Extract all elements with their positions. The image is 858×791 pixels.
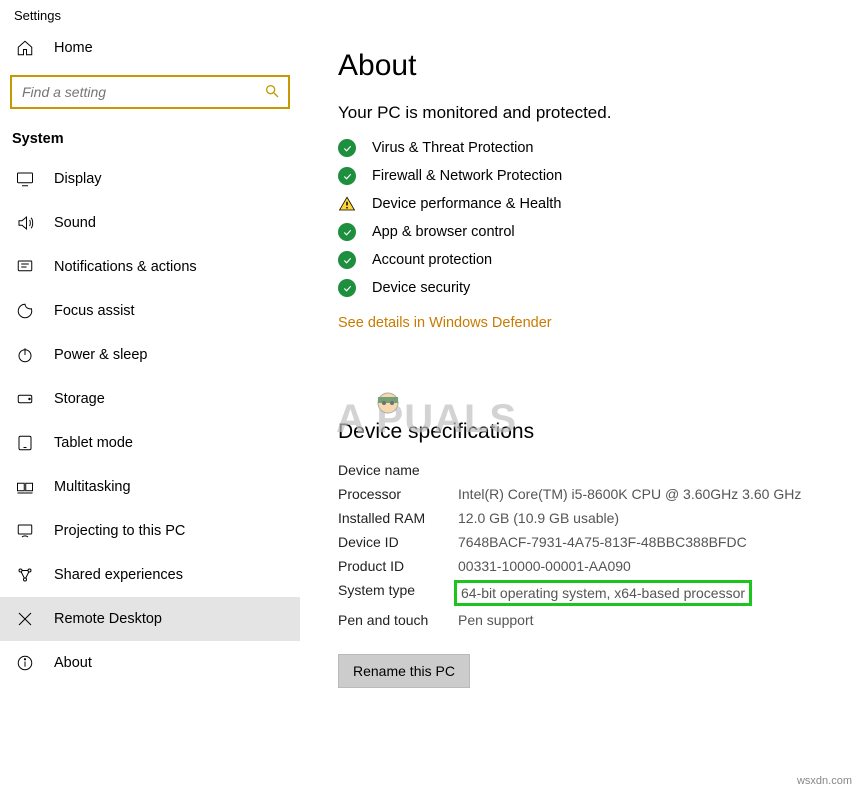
sidebar-item-label: Focus assist	[54, 303, 135, 319]
spec-value: Intel(R) Core(TM) i5-8600K CPU @ 3.60GHz…	[458, 486, 830, 502]
protection-status-list: Virus & Threat Protection Firewall & Net…	[338, 139, 830, 297]
focus-assist-icon	[16, 302, 34, 320]
spec-value: 00331-10000-00001-AA090	[458, 558, 830, 574]
sidebar-item-label: Tablet mode	[54, 435, 133, 451]
sidebar-item-label: Remote Desktop	[54, 611, 162, 627]
spec-label: Installed RAM	[338, 510, 458, 526]
device-spec-table: Device name Processor Intel(R) Core(TM) …	[338, 462, 830, 628]
search-container	[10, 75, 290, 109]
sidebar-item-remote-desktop[interactable]: Remote Desktop	[0, 597, 300, 641]
home-label: Home	[54, 40, 93, 56]
source-watermark: wsxdn.com	[797, 775, 852, 787]
sidebar-item-label: Storage	[54, 391, 105, 407]
sidebar-item-label: About	[54, 655, 92, 671]
spec-value: 7648BACF-7931-4A75-813F-48BBC388BFDC	[458, 534, 830, 550]
sidebar: Home System Display Sound Notifications …	[0, 27, 300, 790]
spec-label: Device name	[338, 462, 458, 478]
sidebar-item-storage[interactable]: Storage	[0, 377, 300, 421]
status-label: Device performance & Health	[372, 196, 561, 212]
sidebar-item-display[interactable]: Display	[0, 157, 300, 201]
spec-label: System type	[338, 582, 458, 604]
projecting-icon	[16, 522, 34, 540]
status-firewall: Firewall & Network Protection	[338, 167, 830, 185]
rename-pc-button[interactable]: Rename this PC	[338, 654, 470, 688]
display-icon	[16, 170, 34, 188]
home-nav[interactable]: Home	[0, 27, 300, 69]
sidebar-item-label: Display	[54, 171, 102, 187]
main-panel: About Your PC is monitored and protected…	[300, 27, 858, 790]
check-icon	[338, 279, 356, 297]
status-account-protection: Account protection	[338, 251, 830, 269]
check-icon	[338, 223, 356, 241]
sidebar-item-label: Power & sleep	[54, 347, 148, 363]
spec-value: 64-bit operating system, x64-based proce…	[458, 582, 830, 604]
notifications-icon	[16, 258, 34, 276]
device-spec-heading: Device specifications	[338, 420, 830, 444]
status-label: Device security	[372, 280, 470, 296]
status-virus-threat: Virus & Threat Protection	[338, 139, 830, 157]
check-icon	[338, 167, 356, 185]
section-heading-system: System	[0, 125, 300, 157]
sidebar-item-label: Projecting to this PC	[54, 523, 185, 539]
spec-value	[458, 462, 830, 478]
window-title: Settings	[0, 0, 858, 27]
spec-row-pen-touch: Pen and touch Pen support	[338, 612, 830, 628]
system-type-highlight: 64-bit operating system, x64-based proce…	[454, 580, 752, 606]
status-label: Account protection	[372, 252, 492, 268]
sidebar-item-projecting[interactable]: Projecting to this PC	[0, 509, 300, 553]
sidebar-item-shared-experiences[interactable]: Shared experiences	[0, 553, 300, 597]
status-label: Virus & Threat Protection	[372, 140, 533, 156]
warning-icon	[338, 195, 356, 213]
spec-row-device-id: Device ID 7648BACF-7931-4A75-813F-48BBC3…	[338, 534, 830, 550]
sidebar-item-sound[interactable]: Sound	[0, 201, 300, 245]
spec-row-system-type: System type 64-bit operating system, x64…	[338, 582, 830, 604]
spec-row-processor: Processor Intel(R) Core(TM) i5-8600K CPU…	[338, 486, 830, 502]
spec-label: Pen and touch	[338, 612, 458, 628]
power-icon	[16, 346, 34, 364]
sidebar-item-focus-assist[interactable]: Focus assist	[0, 289, 300, 333]
sidebar-item-multitasking[interactable]: Multitasking	[0, 465, 300, 509]
home-icon	[16, 39, 34, 57]
storage-icon	[16, 390, 34, 408]
sidebar-item-label: Multitasking	[54, 479, 131, 495]
check-icon	[338, 139, 356, 157]
sidebar-item-about[interactable]: About	[0, 641, 300, 685]
spec-row-product-id: Product ID 00331-10000-00001-AA090	[338, 558, 830, 574]
spec-label: Device ID	[338, 534, 458, 550]
spec-row-device-name: Device name	[338, 462, 830, 478]
sound-icon	[16, 214, 34, 232]
spec-value: Pen support	[458, 612, 830, 628]
spec-label: Product ID	[338, 558, 458, 574]
multitasking-icon	[16, 478, 34, 496]
status-device-performance: Device performance & Health	[338, 195, 830, 213]
spec-value: 12.0 GB (10.9 GB usable)	[458, 510, 830, 526]
sidebar-item-label: Notifications & actions	[54, 259, 197, 275]
tablet-icon	[16, 434, 34, 452]
page-title: About	[338, 49, 830, 83]
defender-link[interactable]: See details in Windows Defender	[338, 315, 552, 331]
status-app-browser: App & browser control	[338, 223, 830, 241]
sidebar-item-tablet-mode[interactable]: Tablet mode	[0, 421, 300, 465]
sidebar-item-label: Shared experiences	[54, 567, 183, 583]
sidebar-item-label: Sound	[54, 215, 96, 231]
shared-icon	[16, 566, 34, 584]
about-icon	[16, 654, 34, 672]
status-device-security: Device security	[338, 279, 830, 297]
check-icon	[338, 251, 356, 269]
sidebar-item-power-sleep[interactable]: Power & sleep	[0, 333, 300, 377]
spec-label: Processor	[338, 486, 458, 502]
status-label: Firewall & Network Protection	[372, 168, 562, 184]
sidebar-item-notifications[interactable]: Notifications & actions	[0, 245, 300, 289]
protection-subtitle: Your PC is monitored and protected.	[338, 103, 830, 123]
search-input[interactable]	[10, 75, 290, 109]
status-label: App & browser control	[372, 224, 515, 240]
remote-desktop-icon	[16, 610, 34, 628]
spec-row-ram: Installed RAM 12.0 GB (10.9 GB usable)	[338, 510, 830, 526]
